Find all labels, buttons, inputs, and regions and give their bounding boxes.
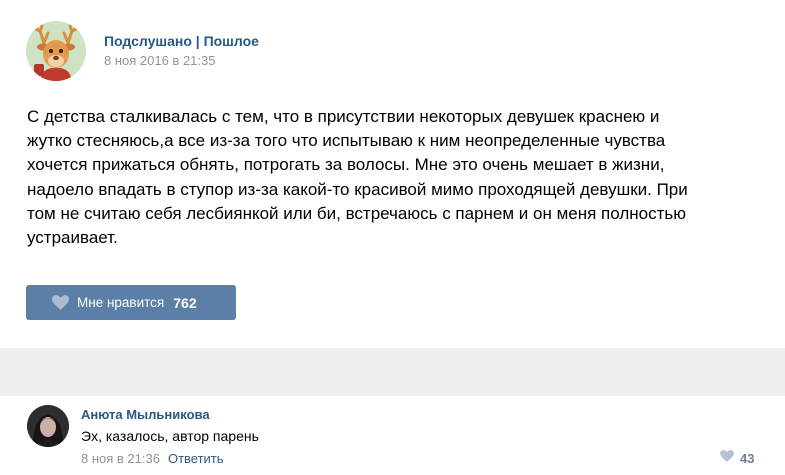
commenter-avatar[interactable]	[27, 405, 69, 447]
post-text-line: том не считаю себя лесбиянкой или би, вс…	[27, 203, 686, 223]
post-card: Подслушано | Пошлое 8 ноя 2016 в 21:35 С…	[0, 0, 785, 348]
post-text-line: надоело впадать в ступор из-за какой-то …	[27, 179, 688, 199]
deer-avatar-icon	[26, 21, 86, 81]
comment-like-button[interactable]: 43	[720, 449, 754, 467]
post-text-line: С детства сталкивалась с тем, что в прис…	[27, 107, 660, 126]
post-text-line: хочется прижаться обнять, потрогать за в…	[27, 155, 665, 175]
comment-author-link[interactable]: Анюта Мыльникова	[81, 407, 210, 422]
reply-link[interactable]: Ответить	[168, 451, 224, 466]
comment: Анюта Мыльникова Эх, казалось, автор пар…	[0, 396, 785, 475]
heart-icon	[52, 295, 70, 311]
user-photo-icon	[27, 405, 69, 447]
post-date[interactable]: 8 ноя 2016 в 21:35	[104, 53, 215, 68]
post-text-line: жутко стесняюсь,а все из-за того что исп…	[27, 131, 666, 151]
section-divider	[0, 348, 785, 396]
post-author-link[interactable]: Подслушано | Пошлое	[104, 33, 259, 49]
like-count: 762	[173, 294, 197, 311]
comment-like-count: 43	[740, 450, 755, 466]
comment-meta: 8 ноя в 21:36 Ответить	[81, 451, 224, 466]
post-text: С детства сталкивалась с тем, что в прис…	[27, 105, 757, 250]
like-label: Мне нравится	[77, 295, 165, 310]
post-text-line: устраивает.	[27, 228, 118, 248]
heart-icon	[720, 449, 734, 467]
community-avatar[interactable]	[26, 21, 86, 81]
comment-date[interactable]: 8 ноя в 21:36	[81, 451, 160, 466]
comment-text: Эх, казалось, автор парень	[81, 428, 259, 444]
like-button[interactable]: Мне нравится 762	[26, 285, 236, 320]
